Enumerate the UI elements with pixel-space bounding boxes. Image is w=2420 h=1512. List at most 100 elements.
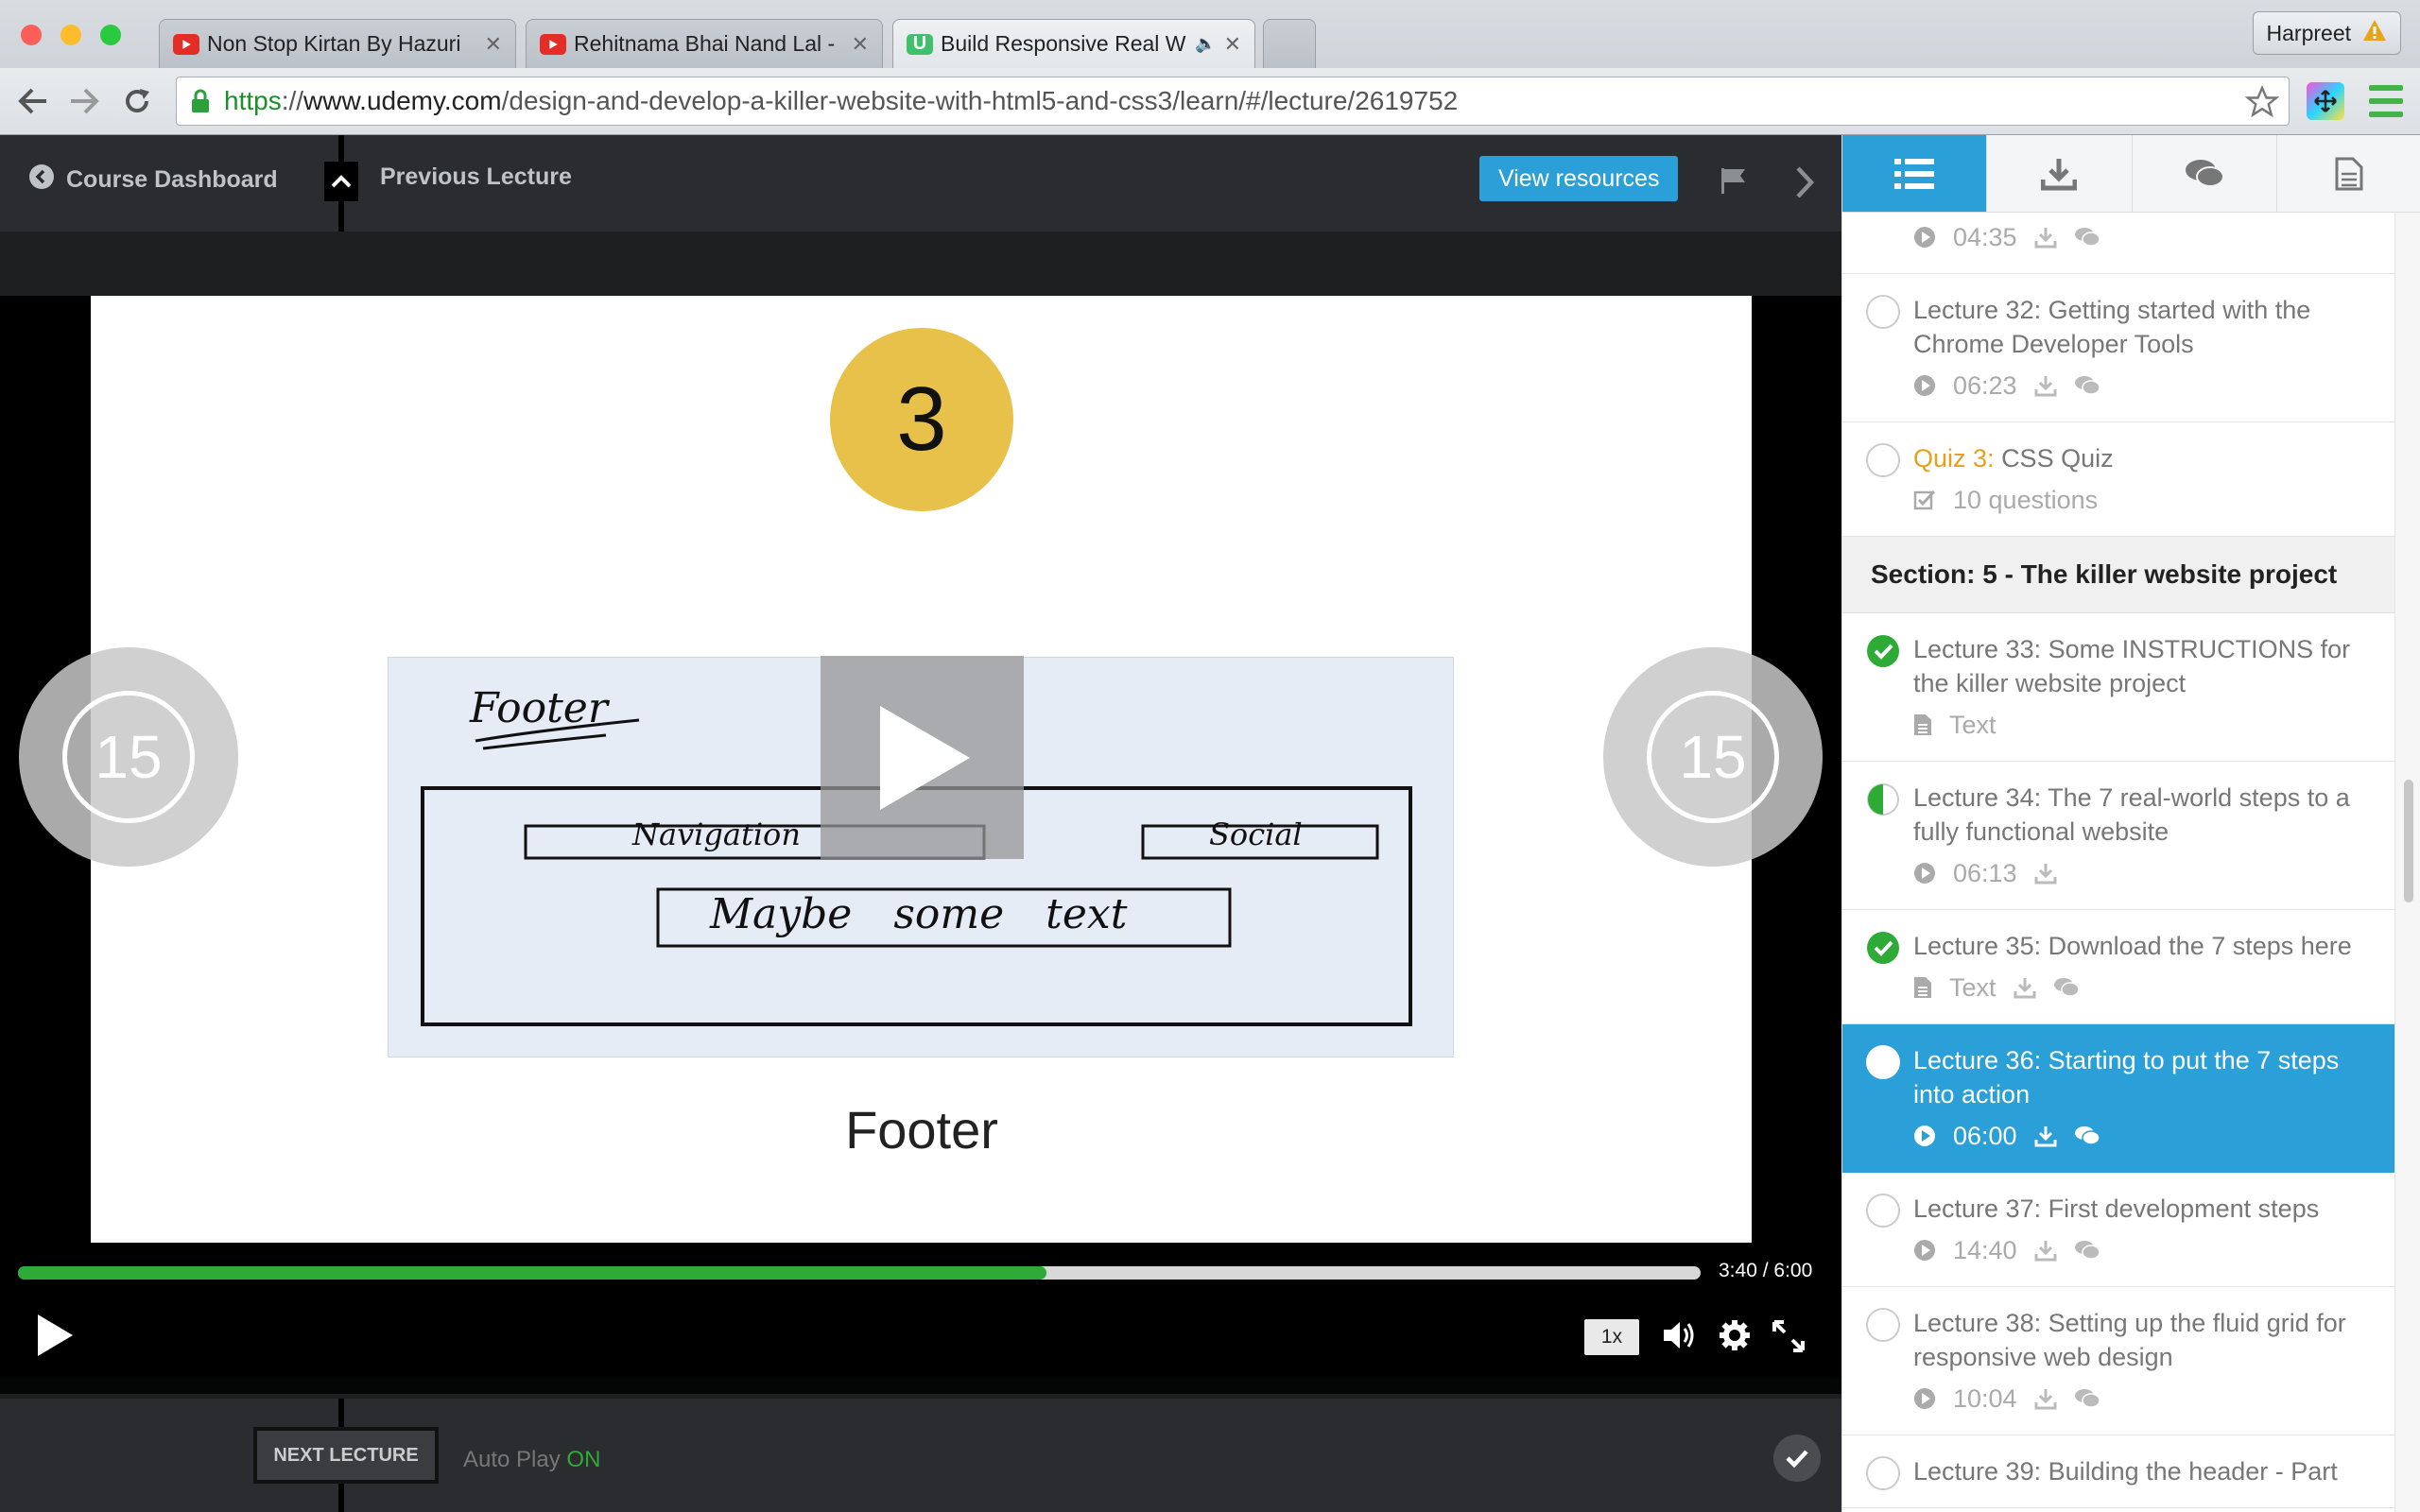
browser-tab[interactable]: Rehitnama Bhai Nand Lal - ✕ [526,19,883,68]
url-scheme: https [224,86,282,115]
chevron-right-icon[interactable] [1794,165,1815,204]
item-meta: Text [1913,708,2357,742]
download-icon[interactable] [2034,1239,2057,1262]
play-pause-button[interactable] [34,1312,76,1359]
seek-forward-button[interactable]: 15 [1603,647,1823,867]
volume-icon[interactable] [1662,1319,1696,1351]
slide-number: 3 [896,369,947,470]
url-host: www.udemy.com [303,86,502,115]
list-item[interactable]: Lecture 39: Building the header - Part [1842,1435,2394,1508]
tab-discussions[interactable] [2133,135,2277,212]
browser-tab[interactable]: Non Stop Kirtan By Hazuri ✕ [159,19,516,68]
bookmark-star-icon[interactable] [2244,84,2280,125]
playback-speed-button[interactable]: 1x [1584,1319,1639,1355]
duration: 04:35 [1953,223,2017,251]
list-item[interactable]: Lecture 32: Getting started with the Chr… [1842,274,2394,422]
comments-icon[interactable] [2074,375,2100,396]
comments-icon[interactable] [2074,1125,2100,1146]
item-title: Lecture 35: Download the 7 steps here [1913,932,2352,960]
url-separator: :// [281,86,304,115]
speaker-icon: 🔈 [1195,34,1217,53]
play-circle-icon [1913,1125,1936,1147]
list-item[interactable]: Lecture 38: Setting up the fluid grid fo… [1842,1287,2394,1435]
comments-icon[interactable] [2053,977,2080,998]
player-top-bar: Course Dashboard Previous Lecture View r… [0,135,1841,232]
course-dashboard-link[interactable]: Course Dashboard [28,163,278,197]
comments-icon [2185,159,2224,187]
address-bar[interactable]: https://www.udemy.com/design-and-develop… [176,77,2290,126]
tab-title: Build Responsive Real W [941,31,1186,56]
slide-number-badge: 3 [830,328,1013,511]
status-circle-icon [1866,1456,1900,1490]
chevron-up-icon[interactable] [324,162,358,201]
autoplay-toggle[interactable]: Auto Play ON [463,1447,600,1473]
download-icon[interactable] [2034,226,2057,249]
new-tab-button[interactable] [1263,19,1316,68]
sidebar-tabs [1842,135,2420,213]
item-title: Lecture 39: Building the header - Part [1913,1457,2338,1486]
browser-chrome: Non Stop Kirtan By Hazuri ✕ Rehitnama Bh… [0,0,2420,135]
comments-icon[interactable] [2074,227,2100,248]
player-controls [0,1238,1841,1394]
comments-icon[interactable] [2074,1240,2100,1261]
duration: 06:23 [1953,371,2017,400]
tab-downloads[interactable] [1987,135,2133,212]
list-item[interactable]: 04:35 [1842,213,2394,274]
tab-title: Non Stop Kirtan By Hazuri [207,31,461,56]
forward-button[interactable] [64,81,104,121]
download-icon[interactable] [2034,1387,2057,1410]
list-item-current[interactable]: Lecture 36: Starting to put the 7 steps … [1842,1024,2394,1173]
close-tab-icon[interactable]: ✕ [852,32,869,57]
zoom-window-button[interactable] [100,25,121,45]
extension-icon[interactable] [2307,82,2344,120]
flag-icon[interactable] [1719,165,1749,200]
minimize-window-button[interactable] [60,25,81,45]
close-tab-icon[interactable]: ✕ [485,32,502,57]
sketch-label-social: Social [1209,816,1303,852]
sidebar-scrollbar[interactable] [2394,213,2420,1512]
browser-tab-active[interactable]: U Build Responsive Real W 🔈 ✕ [892,19,1255,68]
list-item[interactable]: Lecture 33: Some INSTRUCTIONS for the ki… [1842,613,2394,762]
item-title: Lecture 38: Setting up the fluid grid fo… [1913,1309,2346,1371]
next-lecture-button[interactable]: NEXT LECTURE [253,1427,439,1484]
download-icon[interactable] [2034,374,2057,397]
seek-back-button[interactable]: 15 [19,647,238,867]
time-display: 3:40 / 6:00 [1719,1260,1813,1281]
view-resources-button[interactable]: View resources [1479,156,1679,201]
duration: 14:40 [1953,1236,2017,1264]
previous-lecture-link[interactable]: Previous Lecture [380,163,572,191]
play-circle-icon [1913,1239,1936,1262]
close-window-button[interactable] [21,25,42,45]
close-tab-icon[interactable]: ✕ [1224,32,1241,57]
download-icon[interactable] [2034,1125,2057,1147]
settings-gear-icon[interactable] [1719,1319,1751,1351]
scrollbar-thumb[interactable] [2404,780,2413,902]
profile-button[interactable]: Harpreet [2252,11,2401,55]
list-item[interactable]: Lecture 35: Download the 7 steps here Te… [1842,910,2394,1024]
completed-check-icon [1866,634,1900,668]
tab-title: Rehitnama Bhai Nand Lal - [574,31,836,56]
download-icon[interactable] [2014,976,2036,999]
reload-button[interactable] [117,81,157,121]
mark-complete-button[interactable] [1773,1435,1821,1482]
fullscreen-icon[interactable] [1772,1319,1806,1353]
video-progress-bar[interactable] [18,1266,1701,1280]
content-type: Text [1949,711,1996,739]
content-type: Text [1949,973,1996,1002]
item-title: Lecture 32: Getting started with the Chr… [1913,296,2311,358]
menu-icon[interactable] [2369,85,2403,117]
url-path: /design-and-develop-a-killer-website-wit… [501,86,1459,115]
half-complete-icon [1866,782,1900,816]
back-button[interactable] [13,81,53,121]
status-circle-icon [1866,443,1900,477]
tab-notes[interactable] [2277,135,2420,212]
list-item[interactable]: Lecture 34: The 7 real-world steps to a … [1842,762,2394,910]
tab-curriculum[interactable] [1842,135,1988,212]
autoplay-label: Auto Play [463,1447,561,1472]
comments-icon[interactable] [2074,1388,2100,1409]
list-item[interactable]: Quiz 3: CSS Quiz 10 questions [1842,422,2394,537]
big-play-button[interactable] [821,656,1024,859]
document-icon [2335,157,2363,190]
list-item[interactable]: Lecture 37: First development steps 14:4… [1842,1173,2394,1287]
download-icon[interactable] [2034,862,2057,885]
